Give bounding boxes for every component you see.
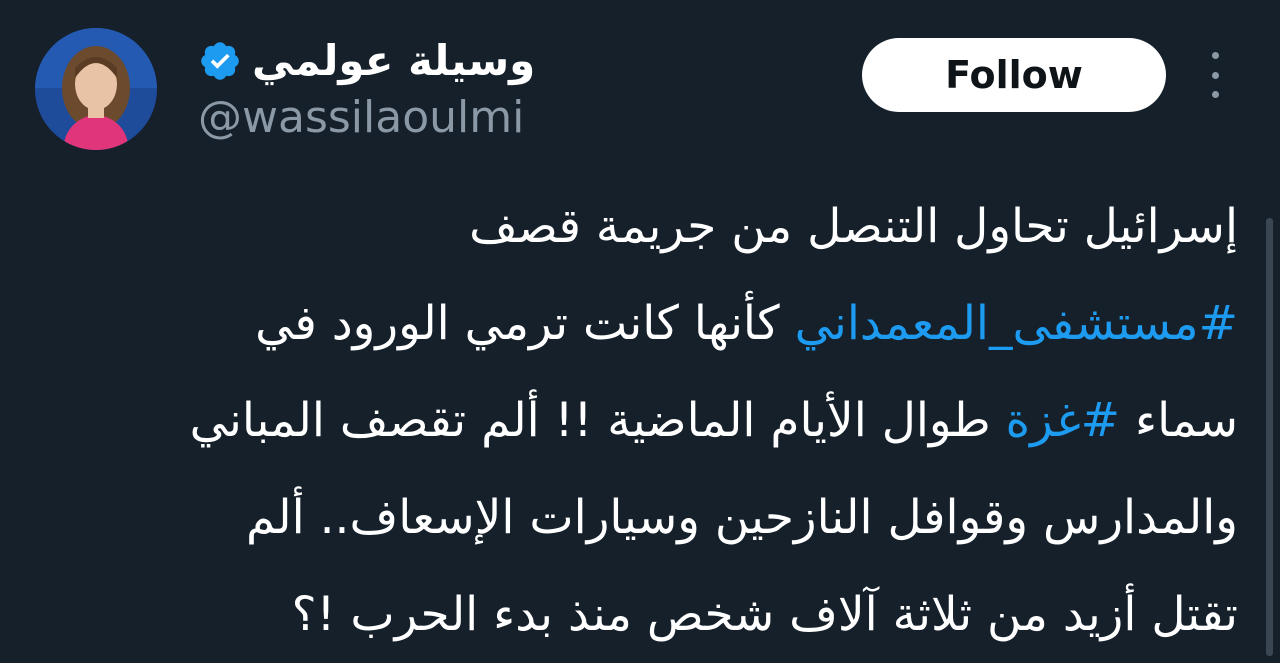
author-handle[interactable]: @wassilaoulmi	[198, 92, 524, 145]
tweet-line-1: إسرائيل تحاول التنصل من جريمة قصف	[469, 199, 1238, 254]
more-dot	[1211, 91, 1219, 98]
tweet-line-3-text: طوال الأيام الماضية !! ألم تقصف المباني	[189, 393, 1006, 448]
author-display-name[interactable]: وسيلة عولمي	[252, 40, 535, 82]
tweet-line-2: #مستشفى_المعمداني كأنها كانت ترمي الورود…	[28, 275, 1238, 372]
follow-button[interactable]: Follow	[862, 38, 1166, 112]
tweet-line-5: تقتل أزيد من ثلاثة آلاف شخص منذ بدء الحر…	[291, 587, 1238, 642]
profile-photo-icon	[35, 28, 157, 150]
more-dot	[1211, 71, 1219, 79]
tweet-line-2-text: كأنها كانت ترمي الورود في	[255, 296, 795, 351]
verified-badge-icon	[201, 42, 239, 80]
tweet-text: إسرائيل تحاول التنصل من جريمة قصف #مستشف…	[28, 178, 1238, 663]
scrollbar[interactable]	[1266, 218, 1273, 656]
author-avatar[interactable]	[35, 28, 157, 150]
author-name-row: وسيلة عولمي	[198, 30, 535, 92]
more-dot	[1211, 52, 1219, 59]
tweet-line-4: والمدارس وقوافل النازحين وسيارات الإسعاف…	[246, 490, 1238, 545]
tweet-line-3: سماء #غزة طوال الأيام الماضية !! ألم تقص…	[28, 372, 1238, 469]
tweet-line-3-start: سماء	[1120, 393, 1238, 448]
hashtag-link[interactable]: #مستشفى_المعمداني	[795, 296, 1238, 351]
hashtag-link[interactable]: #غزة	[1006, 393, 1121, 448]
more-vertical-icon[interactable]	[1196, 52, 1234, 98]
